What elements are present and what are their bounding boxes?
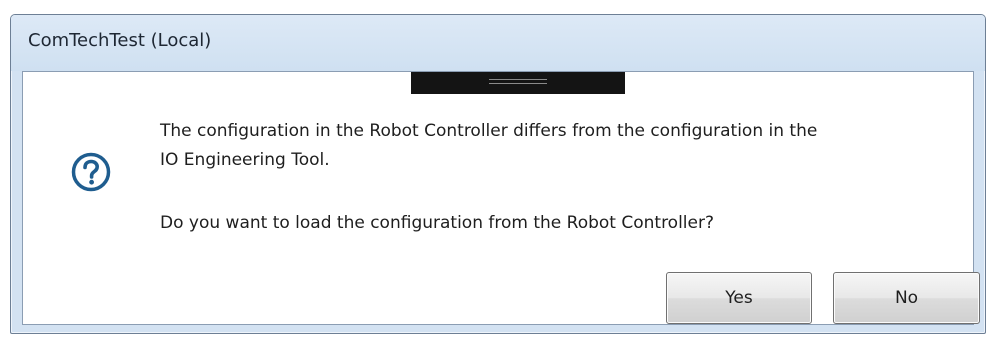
yes-button[interactable]: Yes bbox=[666, 272, 812, 324]
message-line-1: The configuration in the Robot Controlle… bbox=[160, 121, 818, 141]
window-title: ComTechTest (Local) bbox=[28, 30, 212, 51]
drag-handle[interactable] bbox=[411, 72, 625, 94]
question-icon bbox=[71, 152, 111, 192]
grip-lines-icon bbox=[489, 79, 547, 84]
title-bar[interactable]: ComTechTest (Local) bbox=[11, 15, 985, 71]
message-line-2: IO Engineering Tool. bbox=[160, 150, 330, 170]
message-question: Do you want to load the configuration fr… bbox=[160, 213, 715, 233]
dialog-window: ComTechTest (Local) The configuration in… bbox=[10, 14, 986, 334]
no-button[interactable]: No bbox=[833, 272, 980, 324]
dialog-content: The configuration in the Robot Controlle… bbox=[22, 71, 980, 325]
